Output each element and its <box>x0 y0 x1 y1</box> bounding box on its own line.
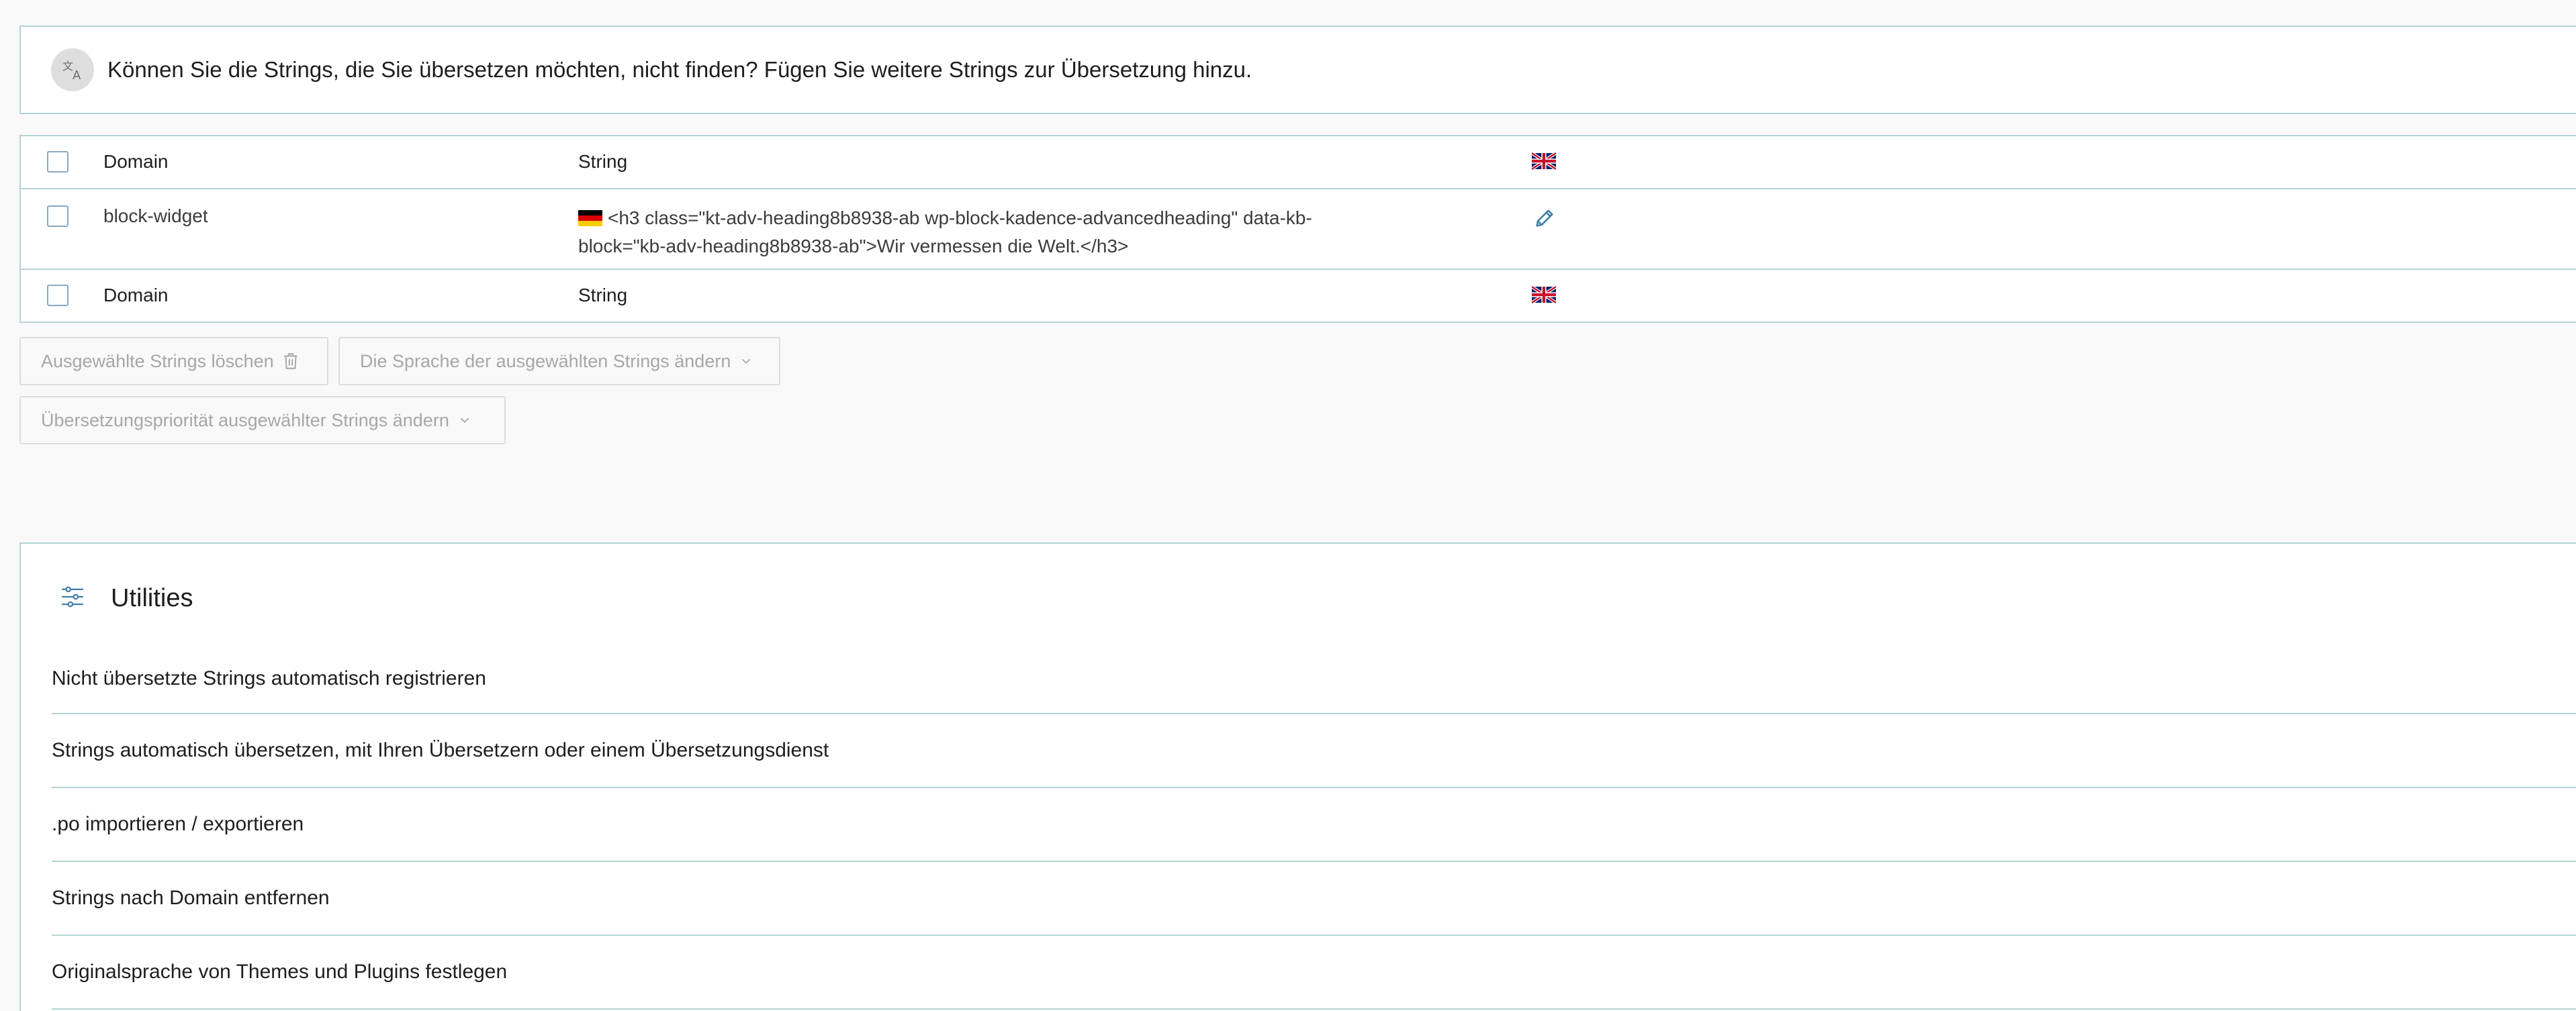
chevron-down-icon <box>739 354 753 369</box>
svg-text:A: A <box>73 68 81 83</box>
change-language-label: Die Sprache der ausgewählten Strings änd… <box>360 350 731 371</box>
row-string-text: <h3 class="kt-adv-heading8b8938-ab wp-bl… <box>578 207 1312 256</box>
column-footer-string[interactable]: String <box>578 285 627 306</box>
sliders-icon <box>60 584 85 613</box>
utilities-header: Utilities <box>60 584 193 613</box>
row-domain: block-widget <box>103 205 208 226</box>
notice-text: Können Sie die Strings, die Sie übersetz… <box>107 57 1252 82</box>
utility-label: Strings nach Domain entfernen <box>52 887 330 909</box>
table-header-row: Domain String <box>21 136 2576 189</box>
svg-text:文: 文 <box>62 60 73 73</box>
uk-flag-icon <box>1532 286 1556 303</box>
select-all-checkbox-footer[interactable] <box>47 285 68 306</box>
column-header-string[interactable]: String <box>578 151 627 173</box>
pencil-icon[interactable] <box>1533 207 1556 230</box>
utility-remove-by-domain[interactable]: Strings nach Domain entfernen <box>52 862 2576 936</box>
utility-auto-register[interactable]: Nicht übersetzte Strings automatisch reg… <box>52 644 2576 714</box>
utility-label: .po importieren / exportieren <box>52 813 304 835</box>
utilities-panel: Utilities Nicht übersetzte Strings autom… <box>19 542 2576 1011</box>
uk-flag-icon <box>1532 152 1556 170</box>
utility-original-language[interactable]: Originalsprache von Themes und Plugins f… <box>52 936 2576 1010</box>
utility-auto-translate[interactable]: Strings automatisch übersetzen, mit Ihre… <box>52 714 2576 788</box>
trash-icon <box>282 352 300 371</box>
missing-strings-notice: 文 A Können Sie die Strings, die Sie über… <box>19 26 2576 114</box>
column-header-domain[interactable]: Domain <box>103 151 168 173</box>
delete-selected-strings-button[interactable]: Ausgewählte Strings löschen <box>19 337 328 385</box>
row-string-cell: <h3 class="kt-adv-heading8b8938-ab wp-bl… <box>578 204 1384 260</box>
column-footer-domain[interactable]: Domain <box>103 285 168 306</box>
utility-po-import-export[interactable]: .po importieren / exportieren <box>52 788 2576 862</box>
utility-label: Strings automatisch übersetzen, mit Ihre… <box>52 739 829 761</box>
utility-label: Nicht übersetzte Strings automatisch reg… <box>52 667 486 689</box>
change-priority-button[interactable]: Übersetzungspriorität ausgewählter Strin… <box>19 396 506 444</box>
table-row: block-widget <h3 class="kt-adv-heading8b… <box>21 189 2576 270</box>
chevron-down-icon <box>457 413 472 428</box>
row-checkbox[interactable] <box>47 205 68 227</box>
utility-label: Originalsprache von Themes und Plugins f… <box>52 961 508 983</box>
change-priority-label: Übersetzungspriorität ausgewählter Strin… <box>41 410 449 430</box>
delete-selected-label: Ausgewählte Strings löschen <box>41 350 274 371</box>
strings-table: Domain String block-widget <h3 class="kt… <box>19 135 2576 323</box>
change-language-button[interactable]: Die Sprache der ausgewählten Strings änd… <box>338 337 780 385</box>
table-footer-row: Domain String <box>21 270 2576 323</box>
german-flag-icon <box>578 210 602 226</box>
utilities-title: Utilities <box>111 584 193 612</box>
select-all-checkbox[interactable] <box>47 151 68 173</box>
translate-icon: 文 A <box>51 48 94 91</box>
